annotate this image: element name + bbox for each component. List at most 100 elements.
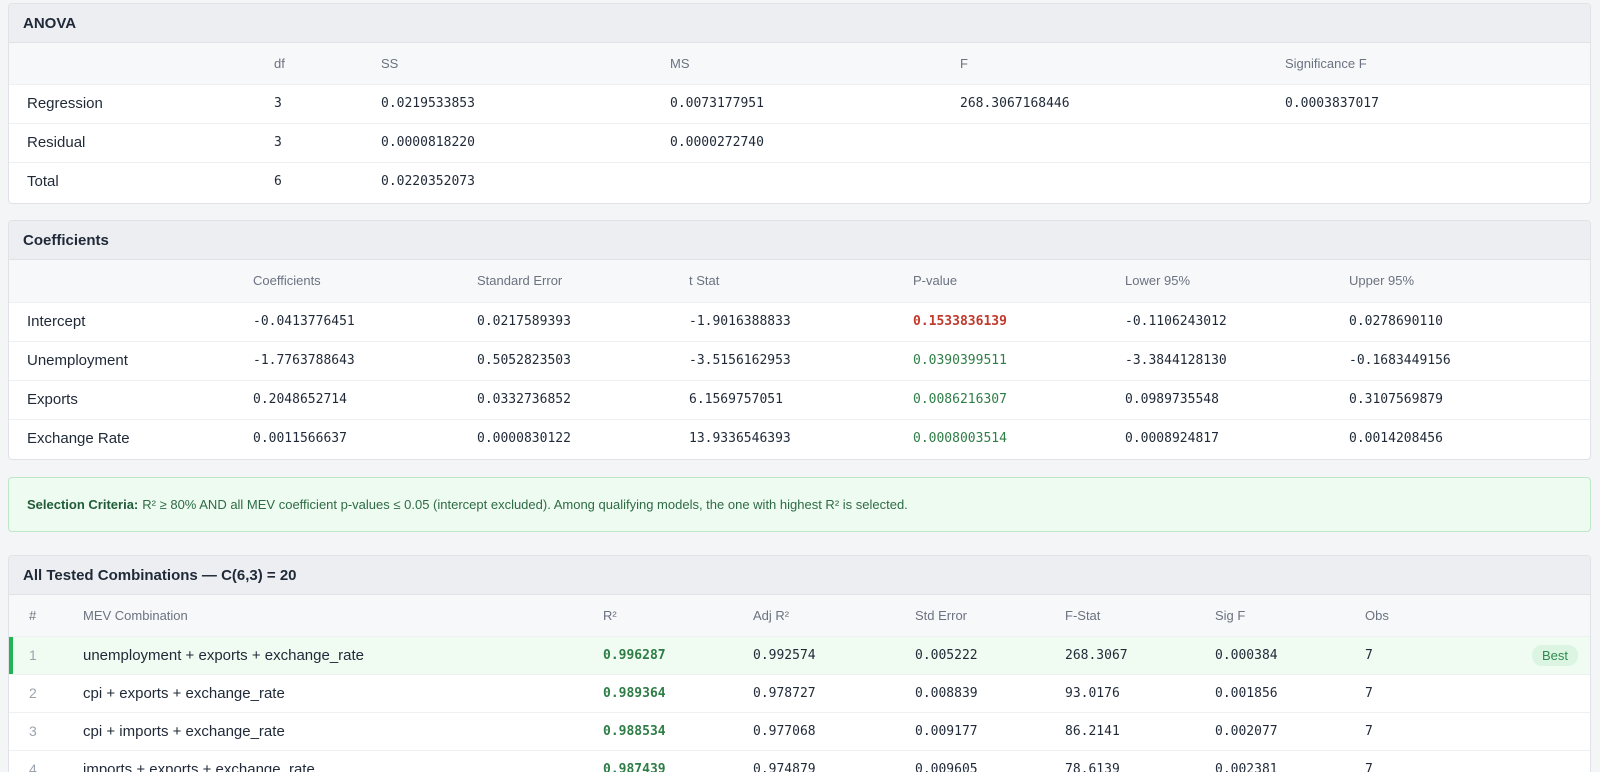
coef-row-label: Exports	[9, 379, 253, 419]
combo-col-r2: R²	[603, 595, 753, 636]
combo-mev: cpi + exports + exchange_rate	[83, 673, 603, 712]
combo-col-sig-f: Sig F	[1215, 595, 1365, 636]
selection-criteria-label: Selection Criteria:	[27, 497, 139, 512]
combo-col-obs: Obs	[1365, 595, 1495, 636]
p-value-significant: 0.0086216307	[913, 379, 1125, 419]
coef-cell: 13.9336546393	[689, 418, 913, 458]
combo-std-error: 0.008839	[915, 673, 1065, 712]
anova-col-df: df	[274, 43, 381, 84]
coef-cell: -0.0413776451	[253, 301, 477, 341]
coefficients-table: Coefficients Standard Error t Stat P-val…	[9, 260, 1590, 458]
coef-col-upper95: Upper 95%	[1349, 260, 1590, 302]
combo-col-adj-r2: Adj R²	[753, 595, 915, 636]
combinations-title: All Tested Combinations — C(6,3) = 20	[9, 556, 1590, 595]
combinations-table: # MEV Combination R² Adj R² Std Error F-…	[9, 595, 1590, 772]
combo-adj-r2: 0.977068	[753, 711, 915, 750]
coef-row-unemployment: Unemployment -1.7763788643 0.5052823503 …	[9, 340, 1590, 380]
combo-col-std-error: Std Error	[915, 595, 1065, 636]
coef-col-t-stat: t Stat	[689, 260, 913, 302]
anova-row-residual: Residual 3 0.0000818220 0.0000272740	[9, 122, 1590, 162]
anova-cell: 0.0000272740	[670, 122, 960, 162]
combo-badge-cell	[1495, 711, 1590, 750]
combo-badge-cell: Best	[1495, 635, 1590, 674]
anova-row-label: Total	[9, 161, 274, 201]
combo-sig-f: 0.002077	[1215, 711, 1365, 750]
combo-obs: 7	[1365, 673, 1495, 712]
table-row[interactable]: 1 unemployment + exports + exchange_rate…	[9, 635, 1590, 674]
p-value-significant: 0.0008003514	[913, 418, 1125, 458]
combo-r2: 0.988534	[603, 711, 753, 750]
p-value-significant: 0.0390399511	[913, 340, 1125, 380]
coef-cell: 0.0014208456	[1349, 418, 1590, 458]
anova-row-label: Regression	[9, 83, 274, 123]
coef-cell: 6.1569757051	[689, 379, 913, 419]
anova-cell	[960, 161, 1285, 201]
combo-r2: 0.996287	[603, 635, 753, 674]
coef-cell: 0.0008924817	[1125, 418, 1349, 458]
combo-index: 4	[9, 749, 83, 772]
coef-cell: 0.2048652714	[253, 379, 477, 419]
coefficients-header-row: Coefficients Standard Error t Stat P-val…	[9, 260, 1590, 302]
coef-cell: -1.9016388833	[689, 301, 913, 341]
coef-row-exports: Exports 0.2048652714 0.0332736852 6.1569…	[9, 379, 1590, 419]
combo-r2: 0.989364	[603, 673, 753, 712]
combo-index: 1	[9, 635, 83, 674]
anova-col-label	[9, 43, 274, 84]
anova-cell: 0.0003837017	[1285, 83, 1590, 123]
selection-criteria-text: R² ≥ 80% AND all MEV coefficient p-value…	[142, 497, 908, 512]
anova-col-f: F	[960, 43, 1285, 84]
anova-col-ss: SS	[381, 43, 670, 84]
anova-cell: 0.0220352073	[381, 161, 670, 201]
anova-title: ANOVA	[9, 4, 1590, 43]
anova-row-total: Total 6 0.0220352073	[9, 161, 1590, 201]
anova-cell: 3	[274, 83, 381, 123]
combo-col-index: #	[9, 595, 83, 636]
anova-row-regression: Regression 3 0.0219533853 0.0073177951 2…	[9, 83, 1590, 123]
anova-cell	[670, 161, 960, 201]
anova-header-row: df SS MS F Significance F	[9, 43, 1590, 84]
combo-col-f-stat: F-Stat	[1065, 595, 1215, 636]
combo-obs: 7	[1365, 711, 1495, 750]
combo-adj-r2: 0.992574	[753, 635, 915, 674]
combo-sig-f: 0.000384	[1215, 635, 1365, 674]
coef-col-coefficients: Coefficients	[253, 260, 477, 302]
coef-cell: -1.7763788643	[253, 340, 477, 380]
combo-f-stat: 93.0176	[1065, 673, 1215, 712]
combo-sig-f: 0.002381	[1215, 749, 1365, 772]
coef-cell: 0.0278690110	[1349, 301, 1590, 341]
coef-col-lower95: Lower 95%	[1125, 260, 1349, 302]
combo-f-stat: 268.3067	[1065, 635, 1215, 674]
combo-adj-r2: 0.978727	[753, 673, 915, 712]
combo-obs: 7	[1365, 749, 1495, 772]
coef-cell: 0.0217589393	[477, 301, 689, 341]
anova-col-sigf: Significance F	[1285, 43, 1590, 84]
anova-panel: ANOVA df SS MS F Significance F Regressi…	[8, 3, 1591, 204]
combo-std-error: 0.009605	[915, 749, 1065, 772]
coefficients-title: Coefficients	[9, 221, 1590, 260]
combo-std-error: 0.009177	[915, 711, 1065, 750]
coef-row-label: Exchange Rate	[9, 418, 253, 458]
table-row[interactable]: 4 imports + exports + exchange_rate 0.98…	[9, 749, 1590, 772]
coef-cell: -3.3844128130	[1125, 340, 1349, 380]
coef-col-p-value: P-value	[913, 260, 1125, 302]
anova-col-ms: MS	[670, 43, 960, 84]
table-row[interactable]: 3 cpi + imports + exchange_rate 0.988534…	[9, 711, 1590, 750]
combo-adj-r2: 0.974879	[753, 749, 915, 772]
coef-cell: -0.1106243012	[1125, 301, 1349, 341]
anova-row-label: Residual	[9, 122, 274, 162]
coef-cell: -3.5156162953	[689, 340, 913, 380]
anova-cell	[1285, 161, 1590, 201]
coef-row-exchange-rate: Exchange Rate 0.0011566637 0.0000830122 …	[9, 418, 1590, 458]
anova-table: df SS MS F Significance F Regression 3 0…	[9, 43, 1590, 201]
combo-index: 3	[9, 711, 83, 750]
p-value-not-significant: 0.1533836139	[913, 301, 1125, 341]
combo-f-stat: 86.2141	[1065, 711, 1215, 750]
coef-row-label: Intercept	[9, 301, 253, 341]
combo-r2: 0.987439	[603, 749, 753, 772]
combinations-panel: All Tested Combinations — C(6,3) = 20 # …	[8, 555, 1591, 772]
combinations-header-row: # MEV Combination R² Adj R² Std Error F-…	[9, 595, 1590, 636]
table-row[interactable]: 2 cpi + exports + exchange_rate 0.989364…	[9, 673, 1590, 712]
combo-col-mev: MEV Combination	[83, 595, 603, 636]
anova-cell	[960, 122, 1285, 162]
coef-cell: 0.0011566637	[253, 418, 477, 458]
